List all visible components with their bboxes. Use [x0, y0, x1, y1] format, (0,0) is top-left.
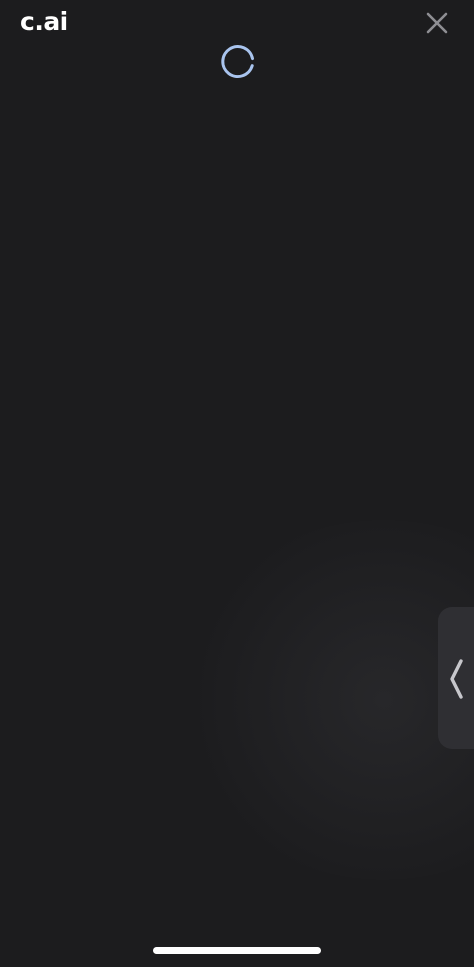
background-glow — [174, 520, 474, 880]
loading-spinner — [219, 43, 257, 81]
app-screen: c.ai — [0, 0, 474, 967]
chevron-left-icon — [450, 659, 463, 699]
close-icon — [426, 12, 448, 34]
spinner-icon — [221, 45, 254, 79]
close-button[interactable] — [420, 6, 454, 40]
app-logo: c.ai — [20, 7, 68, 36]
home-indicator — [153, 947, 321, 954]
side-panel-toggle[interactable] — [438, 607, 474, 749]
